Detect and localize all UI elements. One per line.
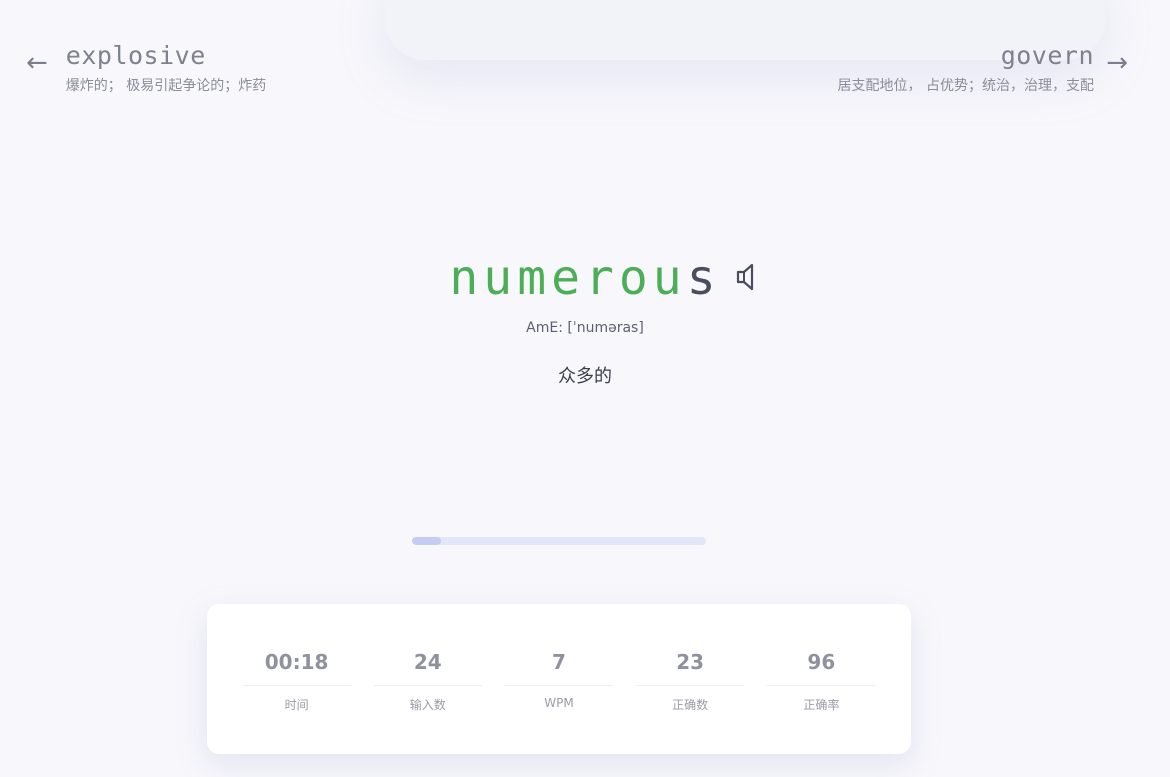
stat-label: 正确数 bbox=[672, 698, 709, 712]
typed-letters: numerou bbox=[449, 250, 687, 306]
prev-word-translation: 爆炸的； 极易引起争论的；炸药 bbox=[65, 78, 267, 94]
typing-app: ← explosive 爆炸的； 极易引起争论的；炸药 govern 居支配地位… bbox=[0, 0, 1170, 777]
stat-value: 7 bbox=[504, 648, 613, 686]
stat-label: 时间 bbox=[284, 698, 309, 712]
stats-panel: 00:18 时间 24 输入数 7 WPM 23 正确数 96 正确率 bbox=[207, 604, 911, 754]
next-word-button[interactable]: govern 居支配地位， 占优势；统治，治理，支配 → bbox=[838, 40, 1128, 95]
current-word[interactable]: numerous bbox=[449, 248, 720, 308]
word-row: numerous bbox=[449, 248, 753, 308]
stat-value: 24 bbox=[373, 648, 482, 686]
prev-word-button[interactable]: ← explosive 爆炸的； 极易引起争论的；炸药 bbox=[26, 40, 266, 95]
prev-word-text: explosive 爆炸的； 极易引起争论的；炸药 bbox=[66, 40, 266, 95]
speaker-icon[interactable] bbox=[735, 262, 757, 292]
stat-input-count: 24 输入数 bbox=[373, 648, 482, 713]
pending-letters: s bbox=[686, 250, 721, 306]
stat-correct-count: 23 正确数 bbox=[636, 648, 745, 713]
arrow-left-icon: ← bbox=[26, 48, 48, 78]
progress-bar bbox=[412, 537, 706, 545]
prev-word: explosive bbox=[65, 41, 206, 70]
current-word-area: numerous AmE: [ˈnuməras] 众多的 bbox=[0, 248, 1170, 388]
stat-label: WPM bbox=[544, 696, 574, 710]
stat-accuracy: 96 正确率 bbox=[767, 648, 876, 713]
stat-label: 正确率 bbox=[803, 698, 840, 712]
stat-label: 输入数 bbox=[409, 698, 446, 712]
next-word: govern bbox=[1000, 41, 1094, 70]
stat-value: 96 bbox=[767, 648, 876, 686]
word-meaning: 众多的 bbox=[558, 366, 612, 387]
next-word-translation: 居支配地位， 占优势；统治，治理，支配 bbox=[837, 78, 1094, 94]
stat-wpm: 7 WPM bbox=[504, 648, 613, 710]
stat-value: 23 bbox=[636, 648, 745, 686]
arrow-right-icon: → bbox=[1106, 48, 1128, 78]
stat-value: 00:18 bbox=[242, 648, 351, 686]
next-word-text: govern 居支配地位， 占优势；统治，治理，支配 bbox=[838, 40, 1094, 95]
stat-time: 00:18 时间 bbox=[242, 648, 351, 713]
progress-fill bbox=[412, 537, 442, 545]
phonetic: AmE: [ˈnuməras] bbox=[526, 320, 644, 336]
